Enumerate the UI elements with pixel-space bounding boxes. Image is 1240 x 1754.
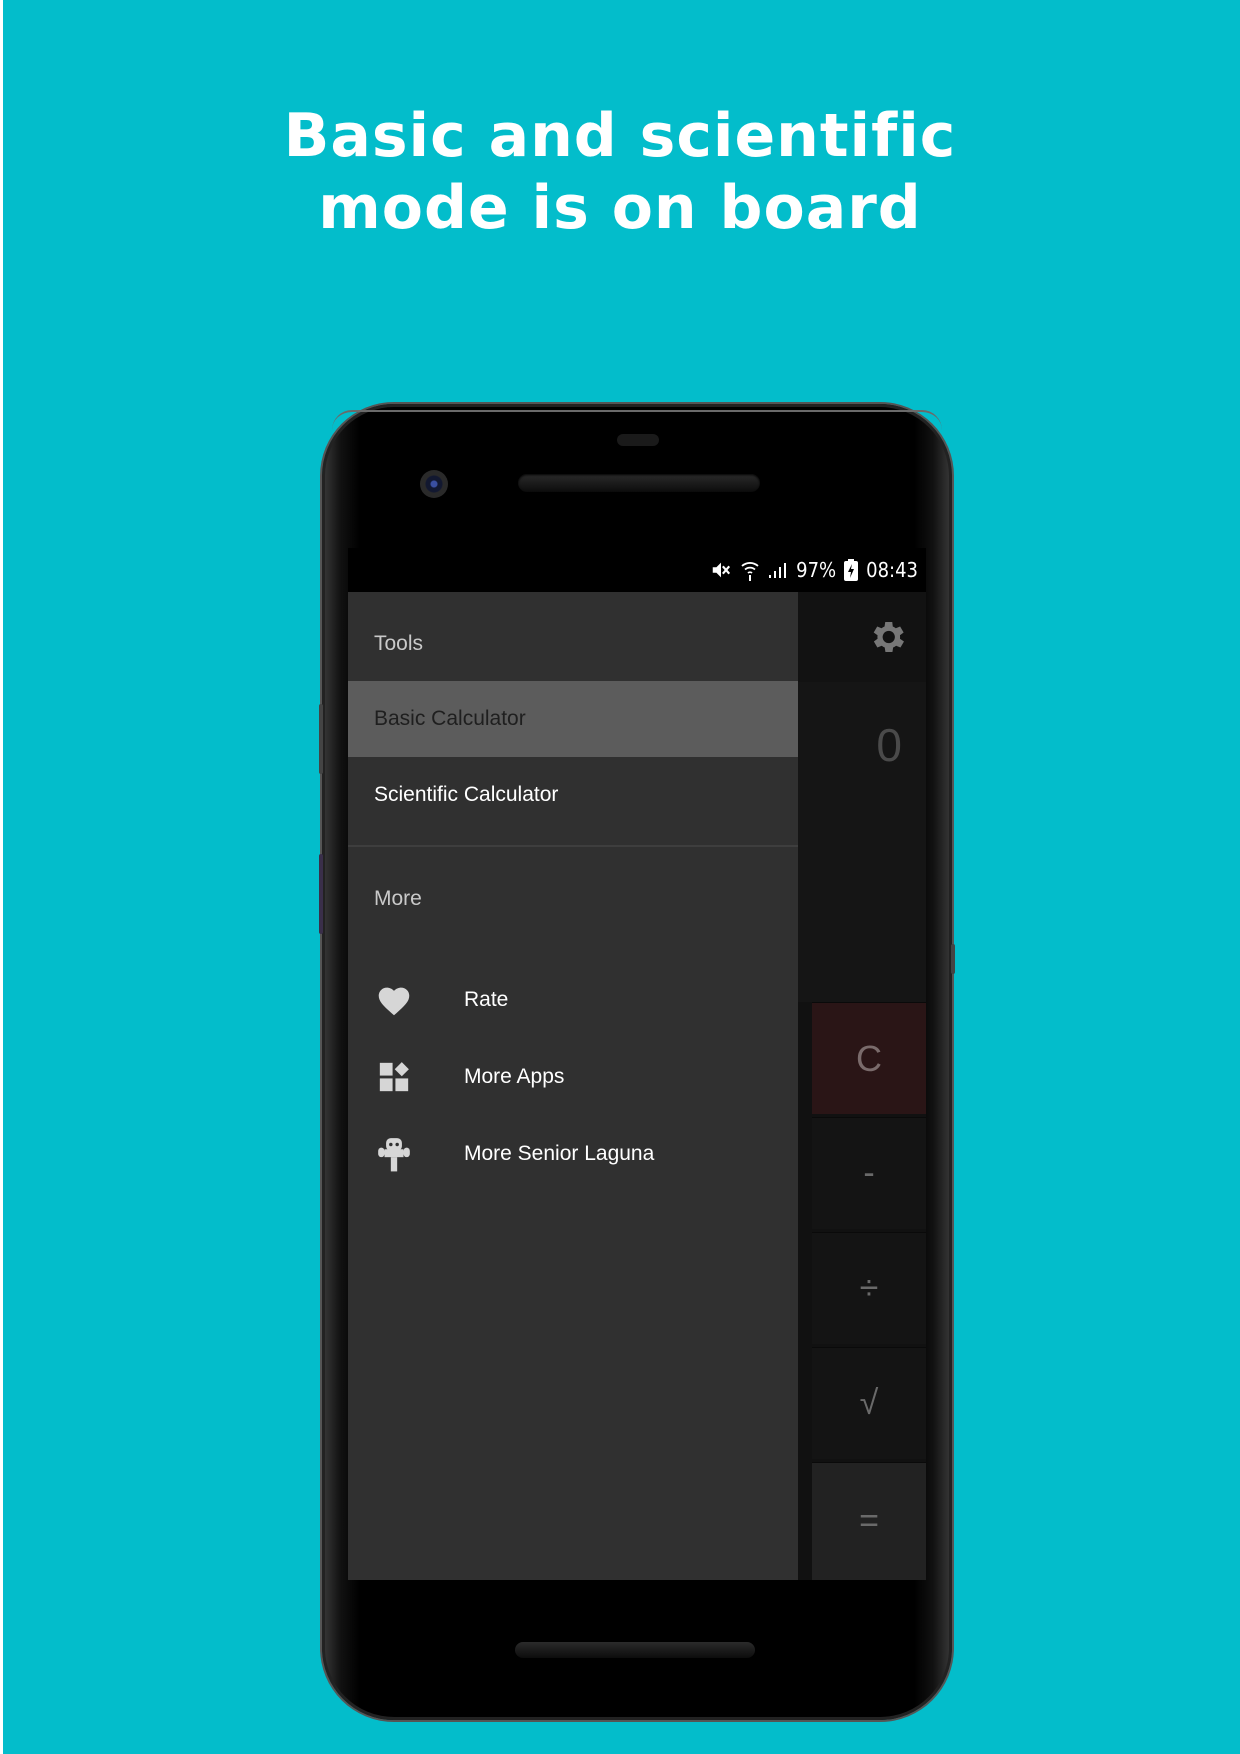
drawer-divider	[348, 845, 798, 847]
front-camera	[420, 470, 448, 498]
navigation-drawer: Tools Basic Calculator Scientific Calcul…	[348, 592, 798, 1580]
tools-section-label: Tools	[374, 632, 424, 655]
heart-icon	[374, 980, 414, 1020]
battery-charging-icon	[844, 559, 859, 581]
menu-item-label: Scientific Calculator	[374, 783, 559, 806]
mute-icon	[710, 559, 732, 581]
clear-key[interactable]: C	[812, 1002, 926, 1114]
phone-mockup: 97% 08:43 0 C - ÷ √ = Tools Basic Calcul…	[319, 404, 955, 1720]
bottom-speaker	[515, 1642, 755, 1658]
menu-item-label: More Senior Laguna	[464, 1142, 655, 1165]
minus-key[interactable]: -	[812, 1117, 926, 1229]
menu-item-label: More Apps	[464, 1065, 565, 1088]
equals-key[interactable]: =	[812, 1462, 926, 1580]
widgets-icon	[374, 1057, 414, 1097]
settings-gear-icon[interactable]	[866, 616, 908, 658]
battery-percent: 97%	[796, 558, 837, 582]
wifi-icon	[740, 559, 760, 581]
divide-key[interactable]: ÷	[812, 1232, 926, 1344]
headline-line-1: Basic and scientific	[283, 101, 957, 171]
menu-item-rate[interactable]: Rate	[348, 962, 798, 1038]
clock-time: 08:43	[866, 558, 918, 582]
display-value: 0	[876, 719, 902, 771]
volume-button	[319, 704, 323, 774]
phone-screen: 97% 08:43 0 C - ÷ √ = Tools Basic Calcul…	[348, 548, 926, 1580]
headline-line-2: mode is on board	[318, 173, 922, 243]
side-button-right	[951, 944, 955, 974]
signal-icon	[768, 560, 788, 580]
robot-icon	[374, 1134, 414, 1174]
phone-frame-top	[332, 410, 942, 430]
menu-item-more-senior-laguna[interactable]: More Senior Laguna	[348, 1116, 798, 1192]
earpiece-speaker	[518, 474, 760, 492]
sqrt-key[interactable]: √	[812, 1347, 926, 1459]
menu-item-scientific-calculator[interactable]: Scientific Calculator	[348, 757, 798, 833]
menu-item-label: Basic Calculator	[374, 707, 526, 730]
menu-item-label: Rate	[464, 988, 509, 1011]
menu-item-basic-calculator[interactable]: Basic Calculator	[348, 681, 798, 757]
power-button	[319, 854, 323, 934]
page-headline: Basic and scientific mode is on board	[0, 100, 1240, 244]
proximity-sensor	[617, 434, 659, 446]
more-section-label: More	[374, 887, 422, 910]
edge-strip	[0, 0, 3, 1754]
menu-item-more-apps[interactable]: More Apps	[348, 1039, 798, 1115]
status-bar: 97% 08:43	[348, 548, 926, 592]
